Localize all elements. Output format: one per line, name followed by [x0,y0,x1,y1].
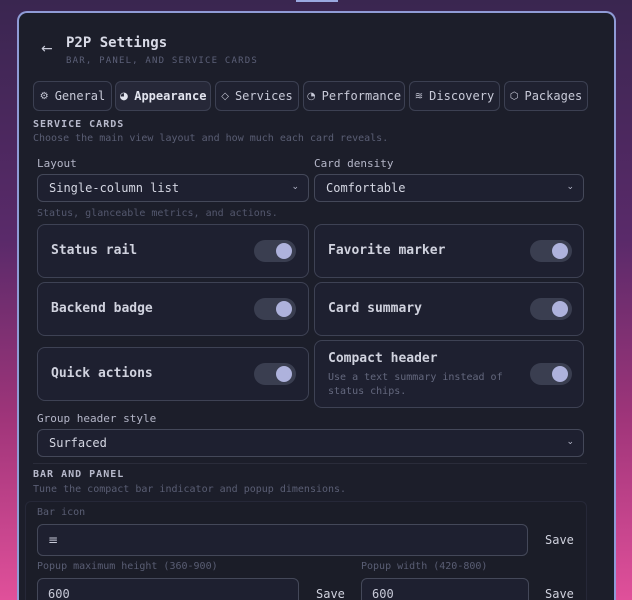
status-rail-toggle[interactable] [254,240,296,262]
status-rail-card: Status rail [37,224,309,278]
popup-height-value: 600 [48,587,70,600]
signal-icon: ≋ [414,90,424,102]
tab-performance[interactable]: ◔ Performance [303,81,405,111]
popup-width-value: 600 [372,587,394,600]
favorite-marker-card: Favorite marker [314,224,584,278]
toggle-knob [552,366,568,382]
card-density-value: Comfortable [326,181,406,195]
tab-label: Performance [321,89,402,103]
tag-icon: ◇ [221,90,229,102]
quick-actions-label: Quick actions [51,366,153,381]
card-summary-label: Card summary [328,301,422,316]
group-header-style-value: Surfaced [49,436,107,450]
toggle-knob [552,301,568,317]
tab-label: Appearance [134,89,207,103]
bar-and-panel-heading: BAR AND PANEL [33,469,125,480]
tab-label: General [54,89,106,103]
bar-icon-input[interactable]: ≡ [37,524,528,556]
backend-badge-label: Backend badge [51,301,153,316]
tab-general[interactable]: ⚙ General [33,81,112,111]
layout-value: Single-column list [49,181,180,195]
group-header-style-label: Group header style [37,412,157,425]
chevron-down-icon: ⌄ [291,182,299,192]
window-indicator [296,0,338,2]
gauge-icon: ◔ [306,90,316,102]
tab-packages[interactable]: ⬡ Packages [504,81,588,111]
toggle-knob [276,243,292,259]
popup-height-label: Popup maximum height (360-900) [37,561,218,572]
layout-label: Layout [37,157,77,170]
cards-hint: Status, glanceable metrics, and actions. [37,208,278,219]
card-summary-card: Card summary [314,282,584,336]
compact-header-toggle[interactable] [530,363,572,385]
tab-label: Services [234,89,293,103]
service-cards-heading: SERVICE CARDS [33,119,125,130]
quick-actions-toggle[interactable] [254,363,296,385]
status-rail-label: Status rail [51,243,138,258]
palette-icon: ◕ [119,90,129,102]
gear-icon: ⚙ [39,90,49,102]
chevron-down-icon: ⌄ [566,182,574,192]
toggle-knob [276,301,292,317]
compact-header-card: Compact header Use a text summary instea… [314,340,584,408]
tab-appearance[interactable]: ◕ Appearance [115,81,211,111]
popup-width-label: Popup width (420-800) [361,561,488,572]
tab-label: Discovery [429,89,495,103]
bar-icon-label: Bar icon [37,507,86,518]
page-subtitle: BAR, PANEL, AND SERVICE CARDS [66,56,258,66]
section-divider [33,463,587,464]
bar-and-panel-description: Tune the compact bar indicator and popup… [33,484,347,495]
compact-header-description: Use a text summary instead of status chi… [328,372,503,397]
quick-actions-card: Quick actions [37,347,309,401]
backend-badge-toggle[interactable] [254,298,296,320]
settings-panel: ← P2P Settings BAR, PANEL, AND SERVICE C… [17,11,616,600]
popup-width-input[interactable]: 600 [361,578,529,600]
arrow-left-icon[interactable]: ← [41,41,53,57]
favorite-marker-toggle[interactable] [530,240,572,262]
layout-select[interactable]: Single-column list ⌄ [37,174,309,202]
backend-badge-card: Backend badge [37,282,309,336]
bar-icon-glyph: ≡ [48,533,59,547]
toggle-knob [552,243,568,259]
compact-header-label: Compact header [328,351,438,366]
favorite-marker-label: Favorite marker [328,243,446,258]
service-cards-description: Choose the main view layout and how much… [33,133,389,144]
card-summary-toggle[interactable] [530,298,572,320]
bar-icon-save-button[interactable]: Save [545,533,574,547]
popup-width-save-button[interactable]: Save [545,587,574,600]
tab-services[interactable]: ◇ Services [215,81,299,111]
popup-height-save-button[interactable]: Save [316,587,345,600]
tab-discovery[interactable]: ≋ Discovery [409,81,500,111]
box-icon: ⬡ [509,90,519,102]
group-header-style-select[interactable]: Surfaced ⌄ [37,429,584,457]
panel-header: ← P2P Settings BAR, PANEL, AND SERVICE C… [19,13,614,75]
tab-label: Packages [524,89,583,103]
popup-height-input[interactable]: 600 [37,578,299,600]
card-density-select[interactable]: Comfortable ⌄ [314,174,584,202]
card-density-label: Card density [314,157,394,170]
chevron-down-icon: ⌄ [566,437,574,447]
page-title: P2P Settings [66,35,168,51]
toggle-knob [276,366,292,382]
